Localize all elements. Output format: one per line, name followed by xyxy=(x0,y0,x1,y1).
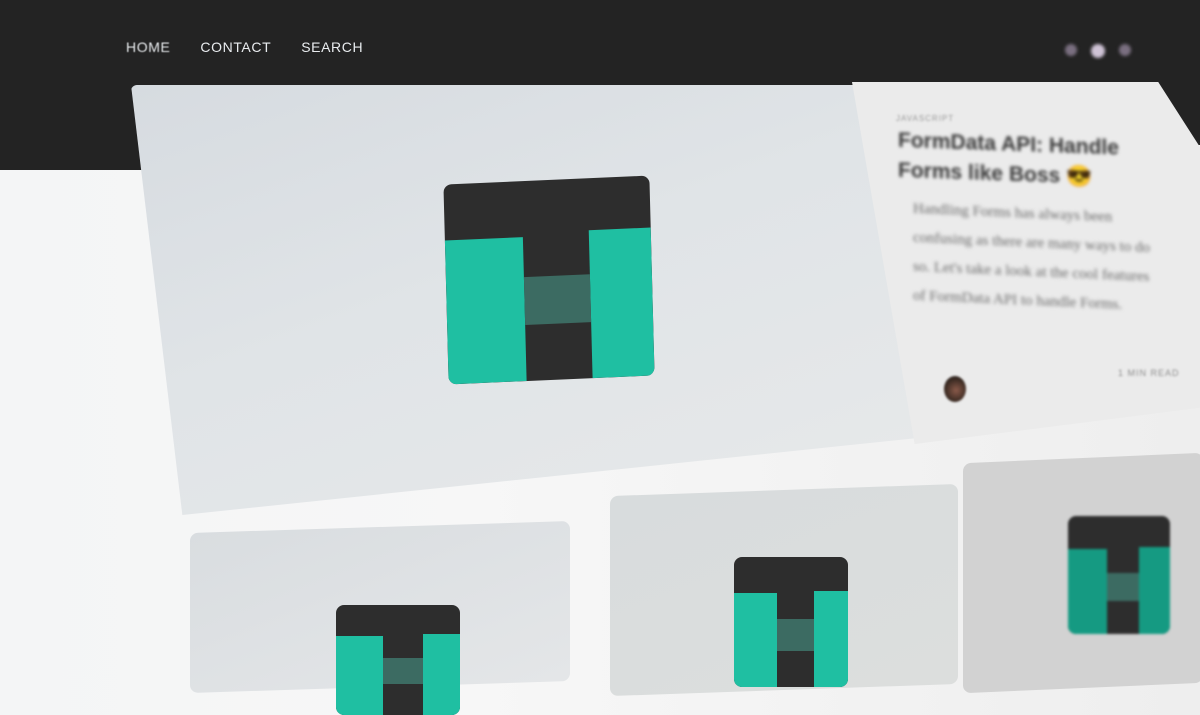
logo-t-icon xyxy=(336,605,460,715)
nav-home[interactable]: HOME xyxy=(126,39,170,55)
post-category[interactable]: JAVASCRIPT xyxy=(896,114,954,123)
logo-t-icon xyxy=(734,557,848,687)
social-icon-2[interactable] xyxy=(1091,44,1105,58)
social-links xyxy=(1065,44,1131,58)
logo-middle-block xyxy=(777,619,814,651)
logo-right-bar xyxy=(422,633,460,715)
logo-left-bar xyxy=(444,237,527,385)
logo-right-bar xyxy=(1139,546,1170,634)
logo-middle-block xyxy=(524,274,592,326)
social-icon-3[interactable] xyxy=(1119,44,1131,56)
nav-contact[interactable]: CONTACT xyxy=(200,39,271,55)
logo-left-bar xyxy=(1068,549,1107,634)
logo-left-bar xyxy=(336,635,384,715)
social-icon-1[interactable] xyxy=(1065,44,1077,56)
logo-left-bar xyxy=(734,593,778,687)
logo-middle-block xyxy=(383,657,423,685)
read-time: 1 MIN READ xyxy=(1118,368,1180,378)
logo-t-icon xyxy=(443,175,655,385)
logo-t-icon xyxy=(1068,516,1170,634)
post-title[interactable]: FormData API: Handle Forms like Boss 😎 xyxy=(898,126,1138,194)
author-avatar[interactable] xyxy=(944,376,966,402)
post-excerpt: Handling Forms has always been confusing… xyxy=(913,200,1151,313)
logo-right-bar xyxy=(588,227,655,379)
main-nav: HOME CONTACT SEARCH xyxy=(126,39,363,55)
nav-search[interactable]: SEARCH xyxy=(301,39,363,55)
logo-right-bar xyxy=(813,590,848,687)
logo-middle-block xyxy=(1106,572,1140,601)
